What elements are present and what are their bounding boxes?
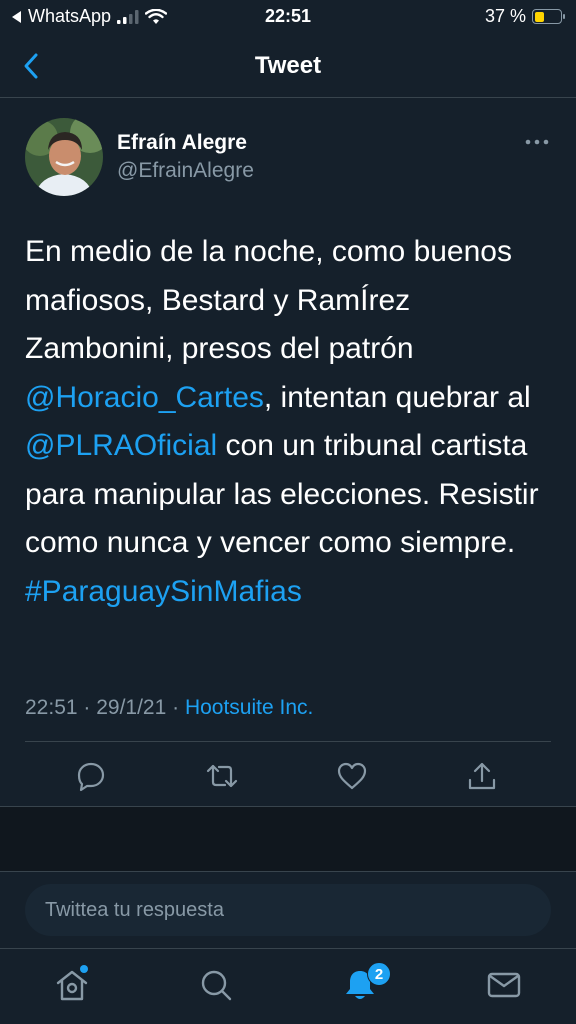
tweet-text: En medio de la noche, como buenos mafios…: [25, 228, 555, 616]
tab-bar: [0, 948, 576, 1024]
tweet-text-part: En medio de la noche, como buenos mafios…: [25, 235, 512, 365]
mail-icon: [487, 972, 521, 998]
heart-icon: [337, 762, 367, 790]
search-icon: [201, 970, 232, 1001]
home-unread-dot: [80, 965, 88, 973]
tweet-meta: 22:51 · 29/1/21 · Hootsuite Inc.: [25, 696, 313, 720]
more-dots-icon: [525, 139, 549, 145]
avatar[interactable]: [25, 118, 103, 196]
more-button[interactable]: [524, 132, 550, 152]
header: Tweet: [0, 34, 576, 98]
reply-button[interactable]: [75, 760, 107, 792]
reply-box[interactable]: [25, 884, 551, 936]
avatar-photo: [25, 118, 103, 196]
reply-input[interactable]: [25, 884, 551, 936]
status-right: 37 %: [484, 6, 565, 27]
page-title: Tweet: [254, 52, 322, 79]
notification-badge: 2: [367, 962, 391, 986]
reply-icon: [77, 762, 105, 792]
retweet-icon: [206, 764, 238, 788]
battery-icon: [532, 9, 565, 24]
battery-level: [534, 11, 544, 22]
section-divider: [0, 806, 576, 872]
share-button[interactable]: [466, 760, 498, 792]
tab-messages[interactable]: [486, 967, 522, 1003]
divider: [25, 741, 551, 742]
author-handle[interactable]: @EfrainAlegre: [117, 159, 254, 183]
battery-percent: 37 %: [484, 6, 526, 26]
mention-link[interactable]: @PLRAOficial: [25, 429, 217, 462]
retweet-button[interactable]: [205, 760, 238, 792]
tab-search[interactable]: [198, 967, 234, 1003]
tweet-timestamp: 22:51 · 29/1/21 ·: [25, 696, 185, 719]
author-name[interactable]: Efraín Alegre: [117, 131, 247, 155]
tweet-text-part: , intentan quebrar al: [263, 380, 531, 414]
share-icon: [468, 762, 496, 790]
like-button[interactable]: [336, 760, 368, 792]
hashtag-link[interactable]: #ParaguaySinMafias: [25, 575, 302, 608]
tweet-source-link[interactable]: Hootsuite Inc.: [185, 696, 313, 719]
tweet-actions: [0, 752, 576, 802]
mention-link[interactable]: @Horacio_Cartes: [25, 381, 264, 414]
status-bar: WhatsApp 22:51 37 %: [0, 0, 576, 34]
